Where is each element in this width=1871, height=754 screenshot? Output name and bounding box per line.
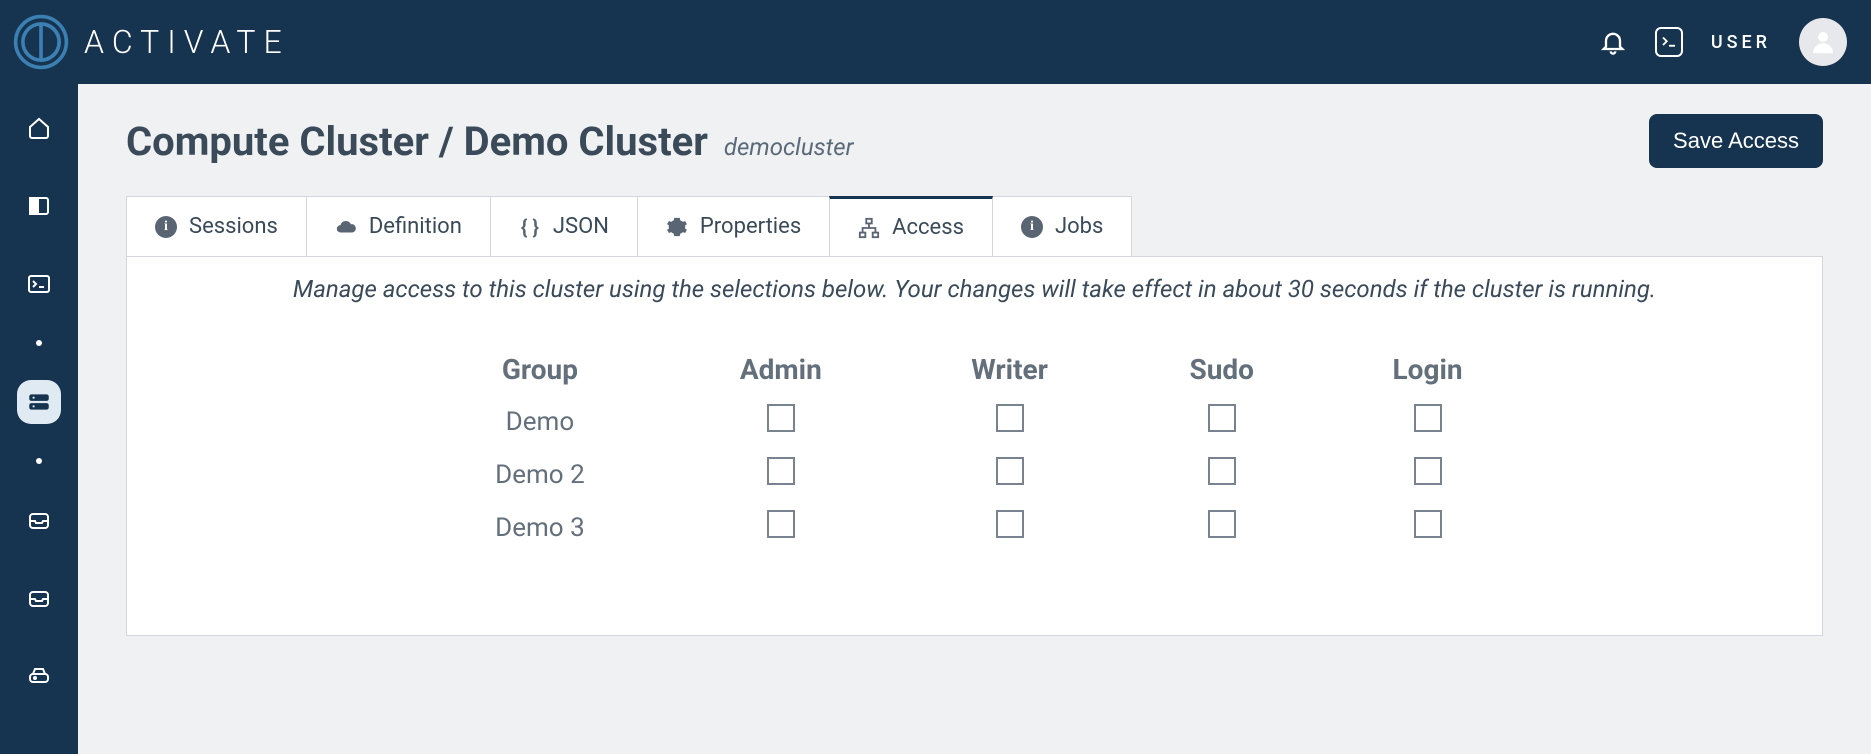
network-icon <box>858 217 880 239</box>
title-prefix: Compute Cluster / <box>126 118 464 165</box>
checkbox-login[interactable] <box>1414 510 1442 538</box>
sidebar-drive-icon[interactable] <box>17 654 61 698</box>
sidebar-inbox2-icon[interactable] <box>17 576 61 620</box>
access-panel: Manage access to this cluster using the … <box>126 257 1823 636</box>
save-access-button[interactable]: Save Access <box>1649 114 1823 168</box>
tab-access[interactable]: Access <box>829 196 993 256</box>
checkbox-login[interactable] <box>1414 457 1442 485</box>
cloud-icon <box>335 216 357 238</box>
cluster-id: democluster <box>724 133 854 161</box>
tab-label: Definition <box>369 214 462 239</box>
table-row: Demo 2 <box>417 449 1532 500</box>
sidebar <box>0 84 78 754</box>
group-name: Demo 2 <box>417 449 663 500</box>
col-writer: Writer <box>899 345 1121 394</box>
topbar: ACTIVATE USER <box>0 0 1871 84</box>
tab-label: Properties <box>700 214 801 239</box>
group-name: Demo 3 <box>417 502 663 553</box>
tab-label: JSON <box>553 214 609 239</box>
col-sudo: Sudo <box>1122 345 1321 394</box>
page-title: Compute Cluster / Demo Cluster democlust… <box>126 118 854 165</box>
logo-mark-icon <box>12 13 70 71</box>
sidebar-terminal-icon[interactable] <box>17 262 61 306</box>
sidebar-separator <box>36 340 42 346</box>
checkbox-admin[interactable] <box>767 457 795 485</box>
gear-icon <box>666 216 688 238</box>
sidebar-separator <box>36 458 42 464</box>
access-table: Group Admin Writer Sudo Login DemoDemo 2… <box>415 343 1534 555</box>
sidebar-home-icon[interactable] <box>17 106 61 150</box>
cluster-name: Demo Cluster <box>464 118 708 165</box>
table-row: Demo 3 <box>417 502 1532 553</box>
user-label: USER <box>1711 32 1771 53</box>
help-text: Manage access to this cluster using the … <box>175 275 1774 303</box>
content: Compute Cluster / Demo Cluster democlust… <box>78 84 1871 754</box>
checkbox-admin[interactable] <box>767 404 795 432</box>
tab-json[interactable]: { } JSON <box>490 196 638 256</box>
tab-sessions[interactable]: i Sessions <box>126 196 307 256</box>
braces-icon: { } <box>519 216 541 238</box>
checkbox-login[interactable] <box>1414 404 1442 432</box>
checkbox-writer[interactable] <box>996 510 1024 538</box>
notifications-icon[interactable] <box>1599 28 1627 56</box>
col-login: Login <box>1323 345 1532 394</box>
info-icon: i <box>155 216 177 238</box>
tab-definition[interactable]: Definition <box>306 196 491 256</box>
tab-jobs[interactable]: i Jobs <box>992 196 1132 256</box>
tab-label: Jobs <box>1055 214 1103 239</box>
col-group: Group <box>417 345 663 394</box>
sidebar-server-icon[interactable] <box>17 380 61 424</box>
checkbox-sudo[interactable] <box>1208 457 1236 485</box>
brand-text: ACTIVATE <box>84 23 290 61</box>
tab-properties[interactable]: Properties <box>637 196 830 256</box>
sidebar-panel-icon[interactable] <box>17 184 61 228</box>
terminal-icon[interactable] <box>1655 28 1683 56</box>
sidebar-inbox-icon[interactable] <box>17 498 61 542</box>
group-name: Demo <box>417 396 663 447</box>
table-row: Demo <box>417 396 1532 447</box>
checkbox-writer[interactable] <box>996 404 1024 432</box>
checkbox-sudo[interactable] <box>1208 510 1236 538</box>
logo[interactable]: ACTIVATE <box>12 13 290 71</box>
tabs: i Sessions Definition { } JSON Propertie… <box>126 196 1823 257</box>
info-icon: i <box>1021 216 1043 238</box>
col-admin: Admin <box>665 345 897 394</box>
tab-label: Access <box>892 215 964 240</box>
checkbox-sudo[interactable] <box>1208 404 1236 432</box>
avatar[interactable] <box>1799 18 1847 66</box>
checkbox-writer[interactable] <box>996 457 1024 485</box>
checkbox-admin[interactable] <box>767 510 795 538</box>
tab-label: Sessions <box>189 214 278 239</box>
